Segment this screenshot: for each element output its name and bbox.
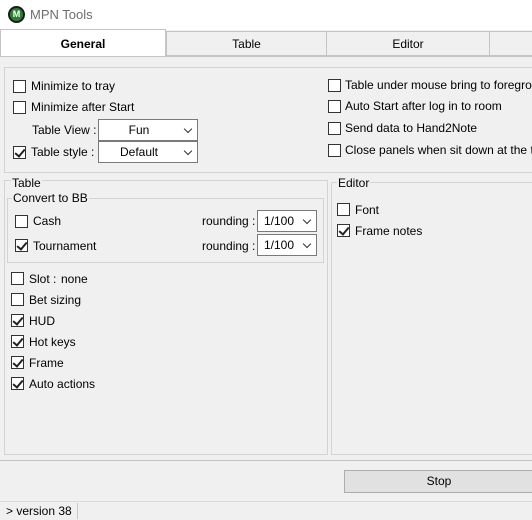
- hud-label: HUD: [29, 314, 55, 328]
- divider: [0, 460, 532, 461]
- editor-group-title: Editor: [337, 176, 371, 190]
- cash-label: Cash: [33, 214, 62, 228]
- chevron-down-icon: [183, 124, 193, 134]
- table-style-select[interactable]: Default: [98, 141, 198, 163]
- table-group-title: Table: [11, 176, 42, 190]
- chevron-down-icon: [302, 215, 312, 225]
- window-title: MPN Tools: [30, 7, 93, 22]
- tournament-rounding-label: rounding :: [202, 239, 256, 253]
- cash-rounding-value: 1/100: [264, 214, 295, 228]
- version-status: > version 38: [6, 504, 72, 518]
- minimize-after-start-label: Minimize after Start: [31, 100, 135, 114]
- slot-checkbox[interactable]: [11, 272, 24, 285]
- stop-button[interactable]: Stop: [344, 470, 532, 493]
- frame-checkbox[interactable]: [11, 356, 24, 369]
- table-view-value: Fun: [128, 123, 150, 137]
- font-checkbox[interactable]: [337, 203, 350, 216]
- table-view-select[interactable]: Fun: [98, 119, 198, 141]
- table-style-value: Default: [119, 145, 159, 159]
- convert-to-bb-title: Convert to BB: [12, 191, 89, 205]
- table-under-mouse-label: Table under mouse bring to foreground: [345, 78, 532, 92]
- tournament-checkbox[interactable]: [15, 239, 28, 252]
- auto-actions-checkbox[interactable]: [11, 377, 24, 390]
- minimize-to-tray-checkbox[interactable]: [13, 80, 26, 93]
- hud-checkbox[interactable]: [11, 314, 24, 327]
- chevron-down-icon: [302, 239, 312, 249]
- bet-sizing-checkbox[interactable]: [11, 293, 24, 306]
- cash-checkbox[interactable]: [15, 215, 28, 228]
- table-style-label: Table style :: [31, 145, 95, 159]
- frame-label: Frame: [29, 356, 64, 370]
- tab-overflow[interactable]: [489, 31, 532, 56]
- tournament-rounding-select[interactable]: 1/100: [257, 234, 317, 256]
- close-panels-label: Close panels when sit down at the table: [345, 143, 532, 157]
- cash-rounding-select[interactable]: 1/100: [257, 210, 317, 232]
- auto-actions-label: Auto actions: [29, 377, 96, 391]
- tab-editor[interactable]: Editor: [326, 31, 490, 56]
- tournament-label: Tournament: [33, 239, 97, 253]
- tab-table[interactable]: Table: [166, 31, 327, 56]
- table-under-mouse-checkbox[interactable]: [328, 79, 341, 92]
- chevron-down-icon: [183, 146, 193, 156]
- frame-notes-label: Frame notes: [355, 224, 423, 238]
- minimize-to-tray-label: Minimize to tray: [31, 79, 116, 93]
- tab-general[interactable]: General: [0, 29, 166, 56]
- slot-label: Slot :: [29, 272, 57, 286]
- app-logo-icon: M: [8, 6, 25, 23]
- status-separator: [77, 503, 78, 519]
- hot-keys-checkbox[interactable]: [11, 335, 24, 348]
- minimize-after-start-checkbox[interactable]: [13, 101, 26, 114]
- send-data-label: Send data to Hand2Note: [345, 121, 478, 135]
- table-style-checkbox[interactable]: [13, 146, 26, 159]
- auto-start-label: Auto Start after log in to room: [345, 99, 502, 113]
- tournament-rounding-value: 1/100: [264, 238, 295, 252]
- auto-start-checkbox[interactable]: [328, 100, 341, 113]
- close-panels-checkbox[interactable]: [328, 144, 341, 157]
- editor-group-panel: [331, 182, 532, 455]
- slot-value: none: [61, 272, 88, 286]
- send-data-checkbox[interactable]: [328, 122, 341, 135]
- cash-rounding-label: rounding :: [202, 214, 256, 228]
- bet-sizing-label: Bet sizing: [29, 293, 82, 307]
- frame-notes-checkbox[interactable]: [337, 224, 350, 237]
- table-view-label: Table View :: [32, 123, 97, 137]
- status-bar: [0, 501, 532, 520]
- hot-keys-label: Hot keys: [29, 335, 76, 349]
- font-label: Font: [355, 203, 380, 217]
